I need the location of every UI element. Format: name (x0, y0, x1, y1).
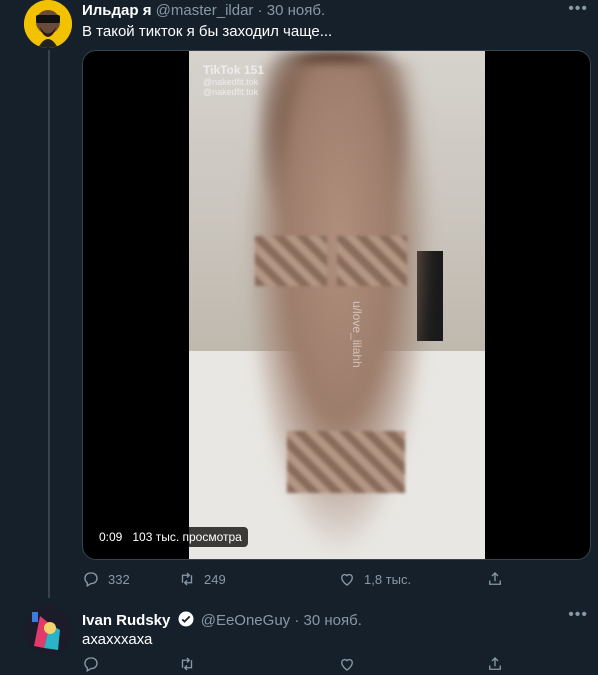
avatar[interactable] (24, 606, 72, 654)
side-overlay-text: u/love_lilahh (350, 301, 364, 368)
like-count: 1,8 тыс. (364, 571, 412, 587)
share-button[interactable] (486, 655, 504, 673)
tweet-date[interactable]: 30 нояб. (267, 2, 325, 19)
heart-icon (341, 658, 353, 671)
watermark-title: TikTok 151 (203, 63, 264, 77)
tweet-header: Ильдар я @master_ildar · 30 нояб. (82, 2, 325, 19)
censor-block (255, 236, 327, 286)
tweet-text: В такой тикток я бы заходил чаще... (82, 23, 333, 40)
avatar-image (24, 0, 72, 48)
tweet-text: ахахххаха (82, 631, 153, 648)
tweet-header: Ivan Rudsky @EeOneGuy · 30 нояб. (82, 610, 362, 629)
display-name[interactable]: Ильдар я (82, 2, 151, 19)
avatar-image (24, 606, 72, 654)
retweet-button[interactable]: 249 (178, 570, 226, 588)
tweet-date[interactable]: 30 нояб. (304, 612, 362, 629)
reply-icon (84, 657, 98, 672)
display-name[interactable]: Ivan Rudsky (82, 612, 170, 629)
video-player[interactable]: TikTok 151 @nakedfit.tok @nakedfit.tok u… (82, 50, 591, 560)
thread-line (48, 50, 50, 598)
video-views: 103 тыс. просмотра (132, 530, 242, 544)
share-icon (489, 572, 501, 585)
verified-badge-icon (178, 611, 194, 627)
censor-block (287, 431, 405, 493)
retweet-icon (181, 657, 193, 671)
censor-block (337, 236, 407, 286)
reply-button[interactable] (82, 655, 100, 673)
separator: · (257, 2, 263, 19)
tiktok-watermark: TikTok 151 @nakedfit.tok @nakedfit.tok (203, 63, 264, 97)
retweet-button[interactable] (178, 655, 196, 673)
reply-count: 332 (108, 571, 130, 587)
watermark-sub: @nakedfit.tok (203, 87, 259, 97)
reply-icon (84, 572, 98, 587)
more-options-icon[interactable]: ••• (568, 0, 588, 18)
share-icon (489, 657, 501, 670)
like-button[interactable]: 1,8 тыс. (338, 570, 411, 588)
video-info-badge: 0:09 103 тыс. просмотра (93, 527, 248, 547)
heart-icon (341, 573, 353, 586)
tweet-actions (82, 655, 522, 675)
video-frame: TikTok 151 @nakedfit.tok @nakedfit.tok u… (189, 51, 485, 559)
separator: · (294, 612, 300, 629)
tweet-actions: 332 249 1,8 тыс. (82, 570, 522, 590)
share-button[interactable] (486, 570, 504, 588)
retweet-icon (181, 572, 193, 586)
video-duration: 0:09 (99, 530, 123, 544)
avatar[interactable] (24, 0, 72, 48)
handle[interactable]: @EeOneGuy (201, 612, 290, 629)
reply-button[interactable]: 332 (82, 570, 130, 588)
like-button[interactable] (338, 655, 356, 673)
more-options-icon[interactable]: ••• (568, 606, 588, 624)
watermark-sub: @nakedfit.tok (203, 77, 259, 87)
handle[interactable]: @master_ildar (156, 2, 254, 19)
retweet-count: 249 (204, 571, 226, 587)
